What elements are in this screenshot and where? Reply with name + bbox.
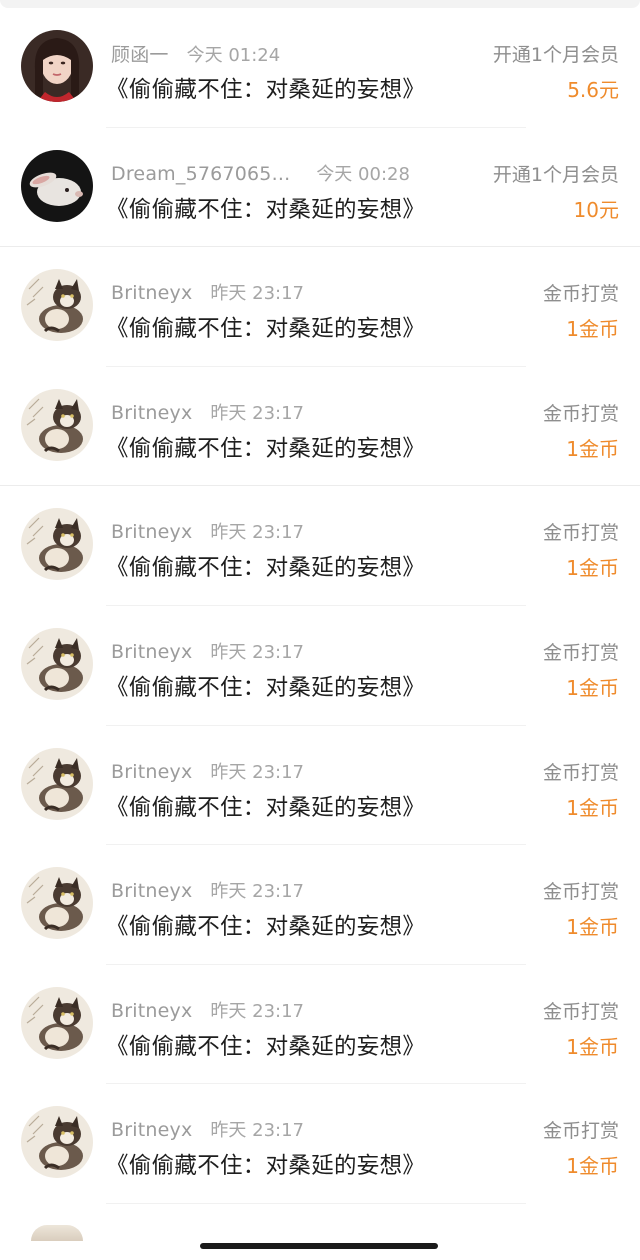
book-title: 《偷偷藏不住：对桑延的妄想》: [106, 1033, 426, 1060]
reward-amount: 1金币: [566, 317, 619, 342]
reward-record-list[interactable]: 顾函一 今天 01:24 《偷偷藏不住：对桑延的妄想》 开通1个月会员 5.6元…: [0, 8, 640, 1204]
list-item[interactable]: Britneyx 昨天 23:17 《偷偷藏不住：对桑延的妄想》 金币打赏 1金…: [0, 367, 640, 487]
list-item[interactable]: Britneyx 昨天 23:17 《偷偷藏不住：对桑延的妄想》 金币打赏 1金…: [0, 965, 640, 1085]
cat-icon: [21, 747, 93, 820]
user-meta: Dream_5767065... 今天 00:28: [111, 160, 410, 186]
book-title: 《偷偷藏不住：对桑延的妄想》: [106, 1153, 426, 1180]
avatar[interactable]: [21, 747, 93, 820]
user-meta: Britneyx 昨天 23:17: [111, 1116, 304, 1142]
list-item[interactable]: 顾函一 今天 01:24 《偷偷藏不住：对桑延的妄想》 开通1个月会员 5.6元: [0, 8, 640, 128]
cat-icon: [21, 867, 93, 940]
user-name[interactable]: Britneyx: [111, 282, 192, 304]
home-indicator[interactable]: [200, 1243, 438, 1249]
avatar[interactable]: [21, 867, 93, 940]
user-name[interactable]: Britneyx: [111, 521, 192, 543]
avatar[interactable]: [21, 149, 93, 222]
book-title: 《偷偷藏不住：对桑延的妄想》: [106, 674, 426, 701]
divider: [106, 1202, 526, 1204]
reward-amount: 1金币: [566, 1034, 619, 1059]
timestamp: 昨天 23:17: [210, 761, 305, 783]
partial-avatar: [31, 1225, 83, 1241]
book-title: 《偷偷藏不住：对桑延的妄想》: [106, 316, 426, 343]
reward-type: 金币打赏: [542, 1120, 619, 1143]
reward-amount: 10元: [573, 197, 619, 222]
list-item[interactable]: Britneyx 昨天 23:17 《偷偷藏不住：对桑延的妄想》 金币打赏 1金…: [0, 726, 640, 846]
top-edge: [0, 0, 640, 8]
book-title: 《偷偷藏不住：对桑延的妄想》: [106, 914, 426, 941]
list-item[interactable]: Dream_5767065... 今天 00:28 《偷偷藏不住：对桑延的妄想》…: [0, 128, 640, 248]
list-item[interactable]: Britneyx 昨天 23:17 《偷偷藏不住：对桑延的妄想》 金币打赏 1金…: [0, 1084, 640, 1204]
avatar[interactable]: [21, 627, 93, 700]
timestamp: 昨天 23:17: [210, 283, 305, 305]
reward-type: 开通1个月会员: [492, 163, 619, 186]
user-meta: Britneyx 昨天 23:17: [111, 758, 304, 784]
user-name[interactable]: Britneyx: [111, 641, 192, 663]
timestamp: 昨天 23:17: [210, 522, 305, 544]
avatar[interactable]: [21, 269, 93, 342]
timestamp: 今天 00:28: [316, 163, 410, 185]
reward-amount: 1金币: [566, 915, 619, 940]
avatar[interactable]: [21, 30, 93, 102]
user-meta: Britneyx 昨天 23:17: [111, 518, 304, 544]
reward-type: 开通1个月会员: [492, 44, 619, 66]
user-name[interactable]: Britneyx: [111, 1119, 192, 1141]
reward-type: 金币打赏: [542, 283, 619, 306]
cat-icon: [21, 627, 93, 700]
user-meta: 顾函一 今天 01:24: [111, 40, 280, 67]
girl-portrait-icon: [21, 30, 93, 102]
reward-amount: 1金币: [566, 1154, 619, 1179]
book-title: 《偷偷藏不住：对桑延的妄想》: [106, 794, 426, 821]
timestamp: 昨天 23:17: [210, 1000, 305, 1022]
list-item[interactable]: Britneyx 昨天 23:17 《偷偷藏不住：对桑延的妄想》 金币打赏 1金…: [0, 247, 640, 367]
reward-amount: 1金币: [566, 675, 619, 700]
reward-type: 金币打赏: [542, 402, 619, 425]
user-meta: Britneyx 昨天 23:17: [111, 279, 304, 305]
user-name[interactable]: Dream_5767065...: [111, 163, 290, 185]
timestamp: 今天 01:24: [186, 45, 281, 66]
book-title: 《偷偷藏不住：对桑延的妄想》: [106, 77, 426, 103]
user-name[interactable]: Britneyx: [111, 402, 192, 424]
reward-type: 金币打赏: [542, 881, 619, 904]
reward-type: 金币打赏: [542, 1000, 619, 1023]
cat-icon: [21, 986, 93, 1059]
cat-icon: [21, 508, 93, 581]
timestamp: 昨天 23:17: [210, 881, 305, 903]
reward-type: 金币打赏: [542, 641, 619, 664]
list-item[interactable]: Britneyx 昨天 23:17 《偷偷藏不住：对桑延的妄想》 金币打赏 1金…: [0, 486, 640, 606]
reward-amount: 1金币: [566, 556, 619, 581]
reward-amount: 1金币: [566, 436, 619, 461]
user-meta: Britneyx 昨天 23:17: [111, 399, 304, 425]
list-item[interactable]: Britneyx 昨天 23:17 《偷偷藏不住：对桑延的妄想》 金币打赏 1金…: [0, 845, 640, 965]
avatar[interactable]: [21, 388, 93, 461]
user-name[interactable]: 顾函一: [111, 40, 169, 67]
book-title: 《偷偷藏不住：对桑延的妄想》: [106, 555, 426, 582]
cat-icon: [21, 269, 93, 342]
user-meta: Britneyx 昨天 23:17: [111, 997, 304, 1023]
avatar[interactable]: [21, 508, 93, 581]
reward-amount: 5.6元: [567, 78, 619, 102]
white-rabbit-icon: [21, 149, 93, 222]
avatar[interactable]: [21, 1106, 93, 1179]
reward-type: 金币打赏: [542, 761, 619, 784]
user-meta: Britneyx 昨天 23:17: [111, 877, 304, 903]
timestamp: 昨天 23:17: [210, 1120, 305, 1142]
list-item[interactable]: Britneyx 昨天 23:17 《偷偷藏不住：对桑延的妄想》 金币打赏 1金…: [0, 606, 640, 726]
book-title: 《偷偷藏不住：对桑延的妄想》: [106, 435, 426, 462]
timestamp: 昨天 23:17: [210, 402, 305, 424]
cat-icon: [21, 1106, 93, 1179]
timestamp: 昨天 23:17: [210, 641, 305, 663]
user-name[interactable]: Britneyx: [111, 761, 192, 783]
cat-icon: [21, 388, 93, 461]
reward-type: 金币打赏: [542, 522, 619, 545]
user-name[interactable]: Britneyx: [111, 880, 192, 902]
user-name[interactable]: Britneyx: [111, 1000, 192, 1022]
book-title: 《偷偷藏不住：对桑延的妄想》: [106, 196, 426, 223]
user-meta: Britneyx 昨天 23:17: [111, 638, 304, 664]
avatar[interactable]: [21, 986, 93, 1059]
reward-amount: 1金币: [566, 795, 619, 820]
